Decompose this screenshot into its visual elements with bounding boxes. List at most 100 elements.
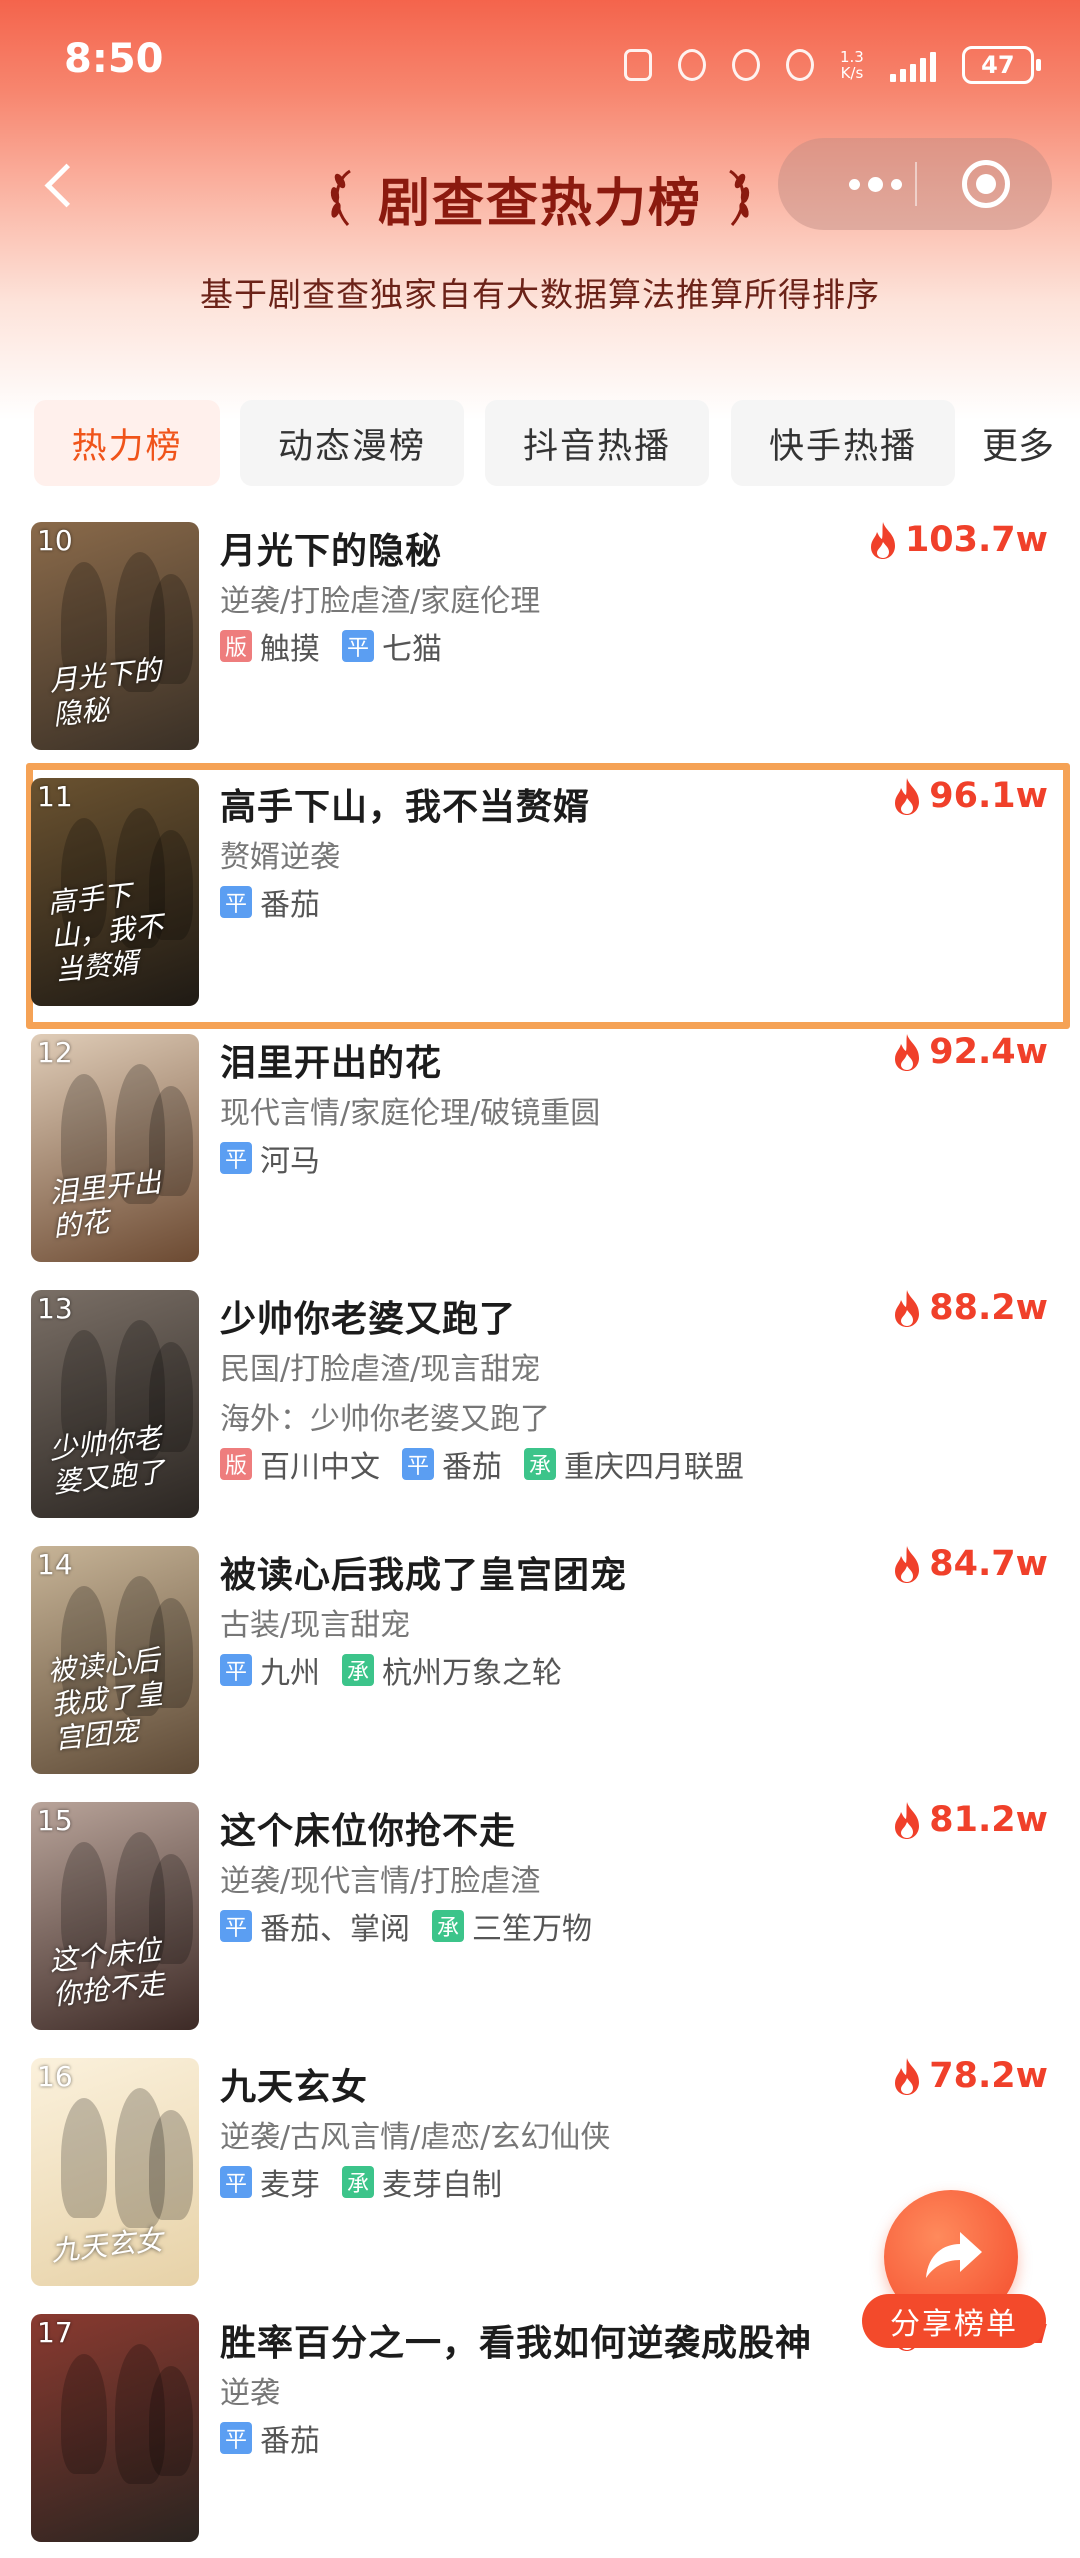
drama-genre: 逆袭/现代言情/打脸虐渣 (220, 1864, 541, 1899)
drama-genre: 赘婿逆袭 (220, 840, 340, 875)
close-miniprogram-button[interactable] (962, 160, 1010, 208)
platform-name: 麦芽 (260, 2168, 320, 2203)
platform-tag: 版百川中文 (220, 1442, 380, 1486)
heat-value: 103.7w (867, 520, 1048, 560)
rank-number: 17 (37, 2316, 73, 2349)
bluetooth-icon (732, 49, 760, 81)
platform-badge: 平 (220, 886, 252, 918)
poster-title: 少帅你老婆又跑了 (47, 1421, 167, 1500)
drama-tags: 平番茄 (220, 2418, 320, 2459)
drama-tags: 平九州承杭州万象之轮 (220, 1650, 562, 1691)
drama-list-item[interactable]: 少帅你老婆又跑了 13 少帅你老婆又跑了 民国/打脸虐渣/现言甜宠 海外：少帅你老婆又跑… (0, 1278, 1080, 1534)
platform-badge: 版 (220, 630, 252, 662)
drama-title[interactable]: 这个床位你抢不走 (220, 1802, 516, 1854)
drama-tags: 平麦芽承麦芽自制 (220, 2160, 502, 2204)
drama-title[interactable]: 高手下山，我不当赘婿 (220, 778, 590, 830)
platform-badge: 平 (220, 1910, 252, 1942)
drama-overseas-title: 海外：少帅你老婆又跑了 (220, 1402, 550, 1437)
drama-title[interactable]: 月光下的隐秘 (220, 522, 442, 574)
heat-number: 78.2w (929, 2056, 1048, 2096)
drama-poster[interactable]: 九天玄女 16 (31, 2058, 199, 2286)
platform-name: 杭州万象之轮 (382, 1656, 562, 1691)
heat-value: 81.2w (891, 1800, 1048, 1840)
hd-icon (624, 49, 652, 81)
platform-tag: 承三笙万物 (432, 1904, 592, 1948)
platform-name: 番茄 (442, 1450, 502, 1485)
back-button[interactable] (36, 150, 86, 220)
platform-tag: 平麦芽 (220, 2160, 320, 2204)
heat-number: 84.7w (929, 1544, 1048, 1584)
drama-title[interactable]: 被读心后我成了皇宫团宠 (220, 1546, 627, 1598)
poster-figure (61, 2354, 107, 2474)
flame-icon (895, 1802, 920, 1839)
drama-title[interactable]: 胜率百分之一，看我如何逆袭成股神 (220, 2314, 812, 2366)
platform-tag: 平河马 (220, 1136, 320, 1180)
drama-poster[interactable]: 高手下山，我不当赘婿 11 (31, 778, 199, 1006)
net-speed: 1.3 K/s (840, 48, 864, 82)
drama-title[interactable]: 九天玄女 (220, 2058, 368, 2110)
platform-badge: 承 (342, 2166, 374, 2198)
miniprogram-capsule (778, 138, 1052, 230)
tab-douyin-hot[interactable]: 抖音热播 (485, 400, 709, 486)
heat-number: 81.2w (929, 1800, 1048, 1840)
platform-name: 河马 (260, 1144, 320, 1179)
drama-list-item[interactable]: 被读心后我成了皇宫团宠 14 被读心后我成了皇宫团宠 古装/现言甜宠平九州承杭州万象之… (0, 1534, 1080, 1790)
platform-name: 百川中文 (260, 1450, 380, 1485)
heat-value: 78.2w (891, 2056, 1048, 2096)
platform-tag: 平番茄、掌阅 (220, 1904, 410, 1948)
tab-kuaishou-hot[interactable]: 快手热播 (731, 400, 955, 486)
platform-tag: 承重庆四月联盟 (524, 1442, 744, 1486)
heat-value: 84.7w (891, 1544, 1048, 1584)
tab-more[interactable]: 更多 (962, 400, 1074, 486)
drama-tags: 平番茄 (220, 882, 320, 923)
platform-tag: 平七猫 (342, 624, 442, 668)
drama-poster[interactable]: 被读心后我成了皇宫团宠 14 (31, 1546, 199, 1774)
flame-icon (895, 1034, 920, 1071)
drama-title[interactable]: 泪里开出的花 (220, 1034, 442, 1086)
rank-number: 15 (37, 1804, 73, 1837)
laurel-right-icon (729, 169, 750, 226)
platform-badge: 承 (432, 1910, 464, 1942)
platform-name: 重庆四月联盟 (564, 1450, 744, 1485)
status-icons: 1.3 K/s 47 (624, 40, 1041, 90)
platform-name: 番茄 (260, 2424, 320, 2459)
tab-heat-rank[interactable]: 热力榜 (34, 400, 220, 486)
heat-number: 96.1w (929, 776, 1048, 816)
drama-poster[interactable]: 泪里开出的花 12 (31, 1034, 199, 1262)
laurel-left-icon (330, 169, 351, 226)
drama-poster[interactable]: 少帅你老婆又跑了 13 (31, 1290, 199, 1518)
tab-animated-comic[interactable]: 动态漫榜 (240, 400, 464, 486)
more-options-button[interactable] (830, 138, 920, 230)
drama-list-item[interactable]: 月光下的隐秘 10 月光下的隐秘 逆袭/打脸虐渣/家庭伦理版触摸平七猫 103.7w (0, 510, 1080, 766)
platform-badge: 平 (220, 1142, 252, 1174)
poster-title: 月光下的隐秘 (47, 653, 163, 732)
platform-badge: 承 (524, 1448, 556, 1480)
flame-icon (895, 2058, 920, 2095)
drama-list-item[interactable]: 高手下山，我不当赘婿 11 高手下山，我不当赘婿赘婿逆袭平番茄 96.1w (0, 766, 1080, 1022)
share-ranking-button[interactable]: 分享榜单 (862, 2180, 1046, 2364)
platform-tag: 承麦芽自制 (342, 2160, 502, 2204)
poster-title: 泪里开出的花 (47, 1165, 163, 1244)
platform-badge: 平 (402, 1448, 434, 1480)
poster-figure (149, 2110, 193, 2220)
platform-name: 番茄 (260, 888, 320, 923)
drama-title[interactable]: 少帅你老婆又跑了 (220, 1290, 516, 1342)
drama-poster[interactable]: 月光下的隐秘 10 (31, 522, 199, 750)
flame-icon (870, 522, 895, 559)
drama-list-item[interactable]: 这个床位你抢不走 15 这个床位你抢不走 逆袭/现代言情/打脸虐渣平番茄、掌阅承三笙万… (0, 1790, 1080, 2046)
poster-title: 这个床位你抢不走 (47, 1933, 167, 2012)
mute-icon (786, 49, 814, 81)
platform-tag: 平番茄 (402, 1442, 502, 1486)
platform-name: 九州 (260, 1656, 320, 1691)
platform-badge: 平 (220, 2166, 252, 2198)
drama-poster[interactable]: 这个床位你抢不走 15 (31, 1802, 199, 2030)
flame-icon (895, 1546, 920, 1583)
drama-tags: 版触摸平七猫 (220, 624, 442, 668)
heat-number: 92.4w (929, 1032, 1048, 1072)
tab-bar: 热力榜 动态漫榜 抖音热播 快手热播 更多 (34, 400, 1080, 486)
drama-genre: 民国/打脸虐渣/现言甜宠 (220, 1352, 541, 1387)
heat-number: 103.7w (904, 520, 1048, 560)
drama-list-item[interactable]: 泪里开出的花 12 泪里开出的花 现代言情/家庭伦理/破镜重圆平河马 92.4w (0, 1022, 1080, 1278)
drama-poster[interactable]: 17 (31, 2314, 199, 2542)
poster-title: 被读心后我成了皇宫团宠 (46, 1643, 165, 1756)
